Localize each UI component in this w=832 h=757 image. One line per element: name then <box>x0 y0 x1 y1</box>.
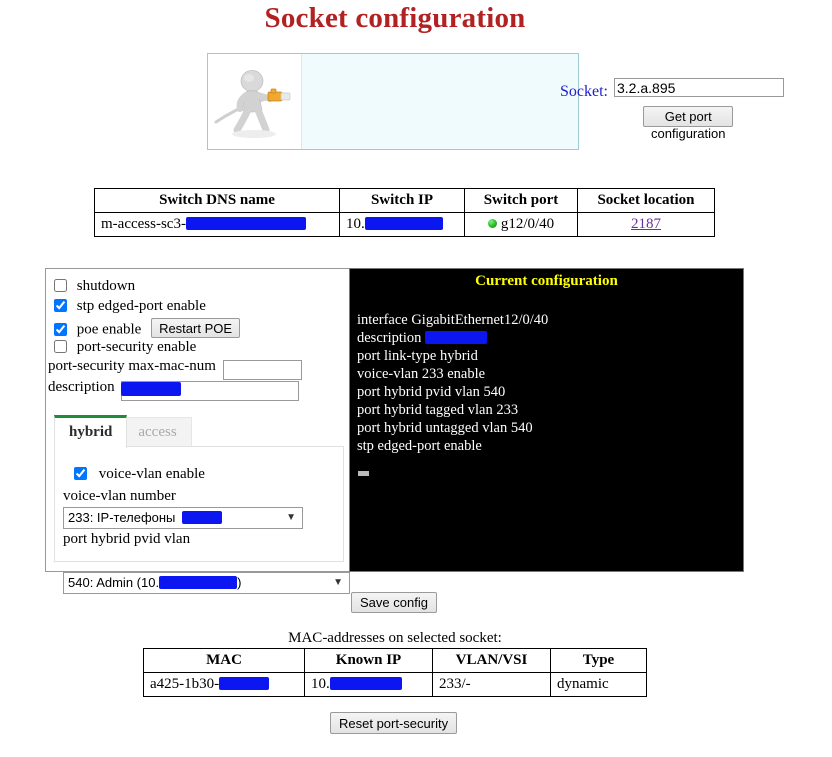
config-line: port hybrid tagged vlan 233 <box>357 402 519 418</box>
description-row: description <box>48 379 300 401</box>
redaction-block <box>182 511 223 524</box>
shutdown-option-row[interactable]: shutdown <box>54 278 135 295</box>
max-mac-num-row: port-security max-mac-num <box>48 358 302 380</box>
cell-known-ip: 10. <box>304 672 433 697</box>
redaction-block <box>159 576 238 589</box>
redaction-block <box>219 677 270 690</box>
stp-edged-port-label: stp edged-port enable <box>76 298 206 314</box>
tab-panel-hybrid: voice-vlan enable voice-vlan number 233:… <box>54 446 350 594</box>
port-hybrid-pvid-vlan-label: port hybrid pvid vlan <box>63 531 191 547</box>
voice-vlan-number-label: voice-vlan number <box>63 488 176 504</box>
cell-switch-port: g12/0/40 <box>464 212 578 237</box>
header-switch-port: Switch port <box>464 188 578 213</box>
get-port-configuration-button[interactable]: Get port configuration <box>643 106 734 141</box>
config-line: port hybrid untagged vlan 540 <box>357 420 533 436</box>
header-socket-location: Socket location <box>577 188 715 213</box>
stp-edged-port-checkbox[interactable] <box>54 299 67 312</box>
voice-vlan-number-value: 233: IP-телефоны <box>68 510 176 525</box>
config-line: port hybrid pvid vlan 540 <box>357 384 506 400</box>
chevron-down-icon: ▼ <box>333 577 343 588</box>
port-status-up-icon <box>487 219 497 228</box>
table-row: m-access-sc3- 10. g12/0/40 2187 <box>94 212 715 237</box>
voice-vlan-enable-label: voice-vlan enable <box>98 466 205 482</box>
config-line-description: description <box>357 330 426 346</box>
cell-type: dynamic <box>550 672 647 697</box>
redaction-block <box>364 217 443 230</box>
current-configuration-panel: Current configuration interface GigabitE… <box>349 268 744 572</box>
voice-vlan-number-value-wrap: 233: IP-телефоны <box>68 510 223 525</box>
poe-label: poe enable <box>76 321 142 338</box>
header-known-ip: Known IP <box>304 648 433 673</box>
chevron-down-icon: ▼ <box>286 512 296 523</box>
max-mac-num-input[interactable] <box>222 359 302 380</box>
tab-strip: hybrid access <box>54 414 344 448</box>
port-options-panel: shutdown stp edged-port enable poe enabl… <box>45 268 350 594</box>
mac-value: a425-1b30- <box>150 676 220 692</box>
shutdown-label: shutdown <box>76 278 136 294</box>
voice-vlan-number-select[interactable]: 233: IP-телефоны ▼ <box>63 507 303 529</box>
stp-edged-port-option-row[interactable]: stp edged-port enable <box>54 298 206 315</box>
cell-socket-location: 2187 <box>577 212 715 237</box>
restart-poe-button[interactable]: Restart POE <box>151 318 241 338</box>
header-vlan-vsi: VLAN/VSI <box>432 648 551 673</box>
socket-input[interactable] <box>614 78 784 97</box>
config-line: voice-vlan 233 enable <box>357 366 486 382</box>
config-line: port link-type hybrid <box>357 348 478 364</box>
config-line: stp edged-port enable <box>357 438 482 454</box>
pvid-value-wrap: 540: Admin (10.) <box>68 575 241 590</box>
config-line: interface GigabitEthernet12/0/40 <box>357 312 549 328</box>
header-switch-dns-name: Switch DNS name <box>94 188 340 213</box>
person-with-network-cable-icon <box>208 54 302 149</box>
port-hybrid-pvid-vlan-select[interactable]: 540: Admin (10.) ▼ <box>63 572 350 594</box>
switch-info-table: Switch DNS name Switch IP Switch port So… <box>94 188 715 237</box>
current-configuration-title: Current configuration <box>475 273 618 289</box>
port-security-label: port-security enable <box>76 339 197 355</box>
socket-search-box: Socket: Get port configuration <box>207 53 784 150</box>
cell-switch-dns-name: m-access-sc3- <box>94 212 340 237</box>
description-label: description <box>48 379 115 395</box>
max-mac-num-label: port-security max-mac-num <box>48 358 216 374</box>
poe-checkbox[interactable] <box>54 322 67 336</box>
cell-mac: a425-1b30- <box>143 672 305 697</box>
table-header-row: MAC Known IP VLAN/VSI Type <box>143 648 647 673</box>
voice-vlan-enable-row[interactable]: voice-vlan enable <box>74 466 205 483</box>
link-type-tabs: hybrid access voice-vlan enable voice-vla… <box>54 414 350 594</box>
config-line: description <box>357 329 743 347</box>
switch-dns-name-value: m-access-sc3- <box>101 216 186 232</box>
socket-location-link[interactable]: 2187 <box>631 216 661 232</box>
table-row: a425-1b30- 10. 233/- dynamic <box>143 672 647 697</box>
cell-switch-ip: 10. <box>339 212 465 237</box>
pvid-value-tail: ) <box>237 575 242 590</box>
page-title: Socket configuration <box>264 2 526 34</box>
header-type: Type <box>550 648 647 673</box>
redaction-block <box>185 217 306 230</box>
socket-label: Socket: <box>560 83 608 100</box>
voice-vlan-enable-checkbox[interactable] <box>74 467 87 480</box>
terminal-cursor <box>358 471 369 476</box>
mac-table-caption: MAC-addresses on selected socket: <box>288 630 502 646</box>
reset-port-security-button[interactable]: Reset port-security <box>330 712 458 734</box>
header-switch-ip: Switch IP <box>339 188 465 213</box>
tab-access[interactable]: access <box>123 417 192 448</box>
switch-ip-value: 10. <box>346 216 365 232</box>
mac-addresses-table: MAC Known IP VLAN/VSI Type a425-1b30- 10… <box>143 648 647 697</box>
port-security-checkbox[interactable] <box>54 340 67 353</box>
table-header-row: Switch DNS name Switch IP Switch port So… <box>94 188 715 213</box>
pvid-value: 540: Admin (10. <box>68 575 160 590</box>
current-configuration-output: interface GigabitEthernet12/0/40 descrip… <box>350 311 743 481</box>
poe-option-row[interactable]: poe enable Restart POE <box>54 318 241 339</box>
cell-vlan-vsi: 233/- <box>432 672 551 697</box>
tab-hybrid[interactable]: hybrid <box>54 415 128 448</box>
redaction-block <box>329 677 402 690</box>
configuration-panels: shutdown stp edged-port enable poe enabl… <box>45 268 744 594</box>
known-ip-value: 10. <box>311 676 330 692</box>
switch-port-value: g12/0/40 <box>500 216 555 232</box>
shutdown-checkbox[interactable] <box>54 279 67 292</box>
port-security-option-row[interactable]: port-security enable <box>54 339 196 356</box>
header-mac: MAC <box>143 648 305 673</box>
save-config-button[interactable]: Save config <box>351 592 437 613</box>
redaction-block <box>121 382 182 396</box>
redaction-block <box>425 331 488 344</box>
